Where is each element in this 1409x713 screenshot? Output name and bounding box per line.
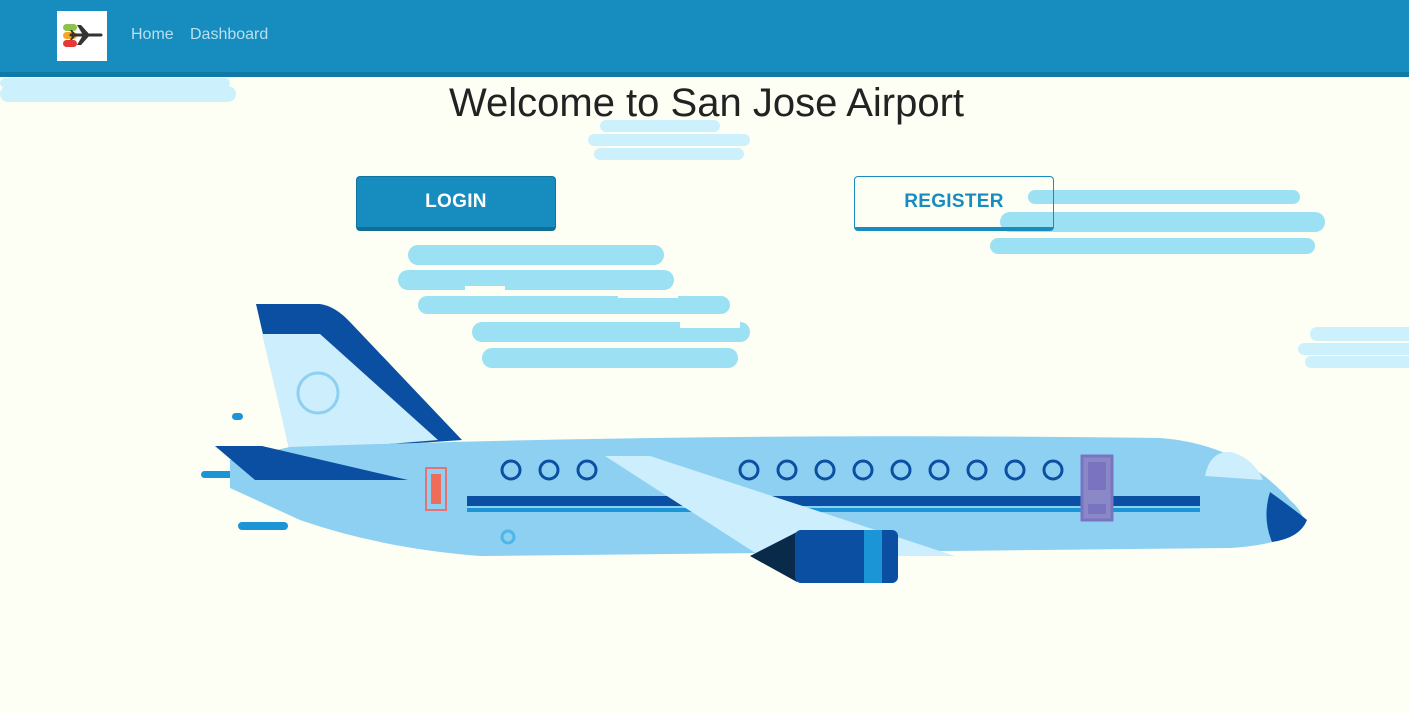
- cloud-icon: [1298, 327, 1409, 368]
- nav-link-home[interactable]: Home: [131, 26, 174, 44]
- top-navbar: Home Dashboard: [0, 0, 1409, 77]
- login-button[interactable]: LOGIN: [356, 176, 556, 231]
- cloud-icon: [588, 120, 750, 160]
- nav-link-dashboard[interactable]: Dashboard: [190, 26, 268, 44]
- airplane-illustration: [0, 78, 1409, 583]
- page-title: Welcome to San Jose Airport: [448, 81, 965, 125]
- cloud-icon: [398, 245, 750, 368]
- register-button[interactable]: REGISTER: [854, 176, 1054, 231]
- airplane-logo-icon[interactable]: [57, 11, 107, 61]
